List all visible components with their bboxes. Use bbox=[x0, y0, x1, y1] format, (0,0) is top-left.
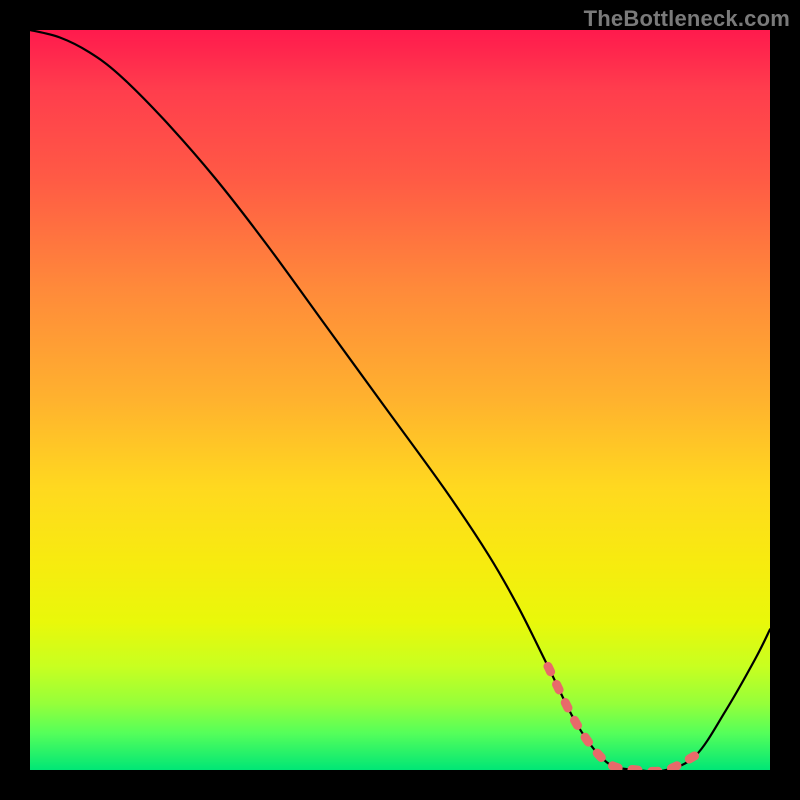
curve-path bbox=[30, 30, 770, 770]
plot-area bbox=[30, 30, 770, 770]
curve-svg bbox=[30, 30, 770, 770]
watermark-text: TheBottleneck.com bbox=[584, 6, 790, 32]
highlight-dots bbox=[548, 666, 696, 770]
chart-frame: TheBottleneck.com bbox=[0, 0, 800, 800]
